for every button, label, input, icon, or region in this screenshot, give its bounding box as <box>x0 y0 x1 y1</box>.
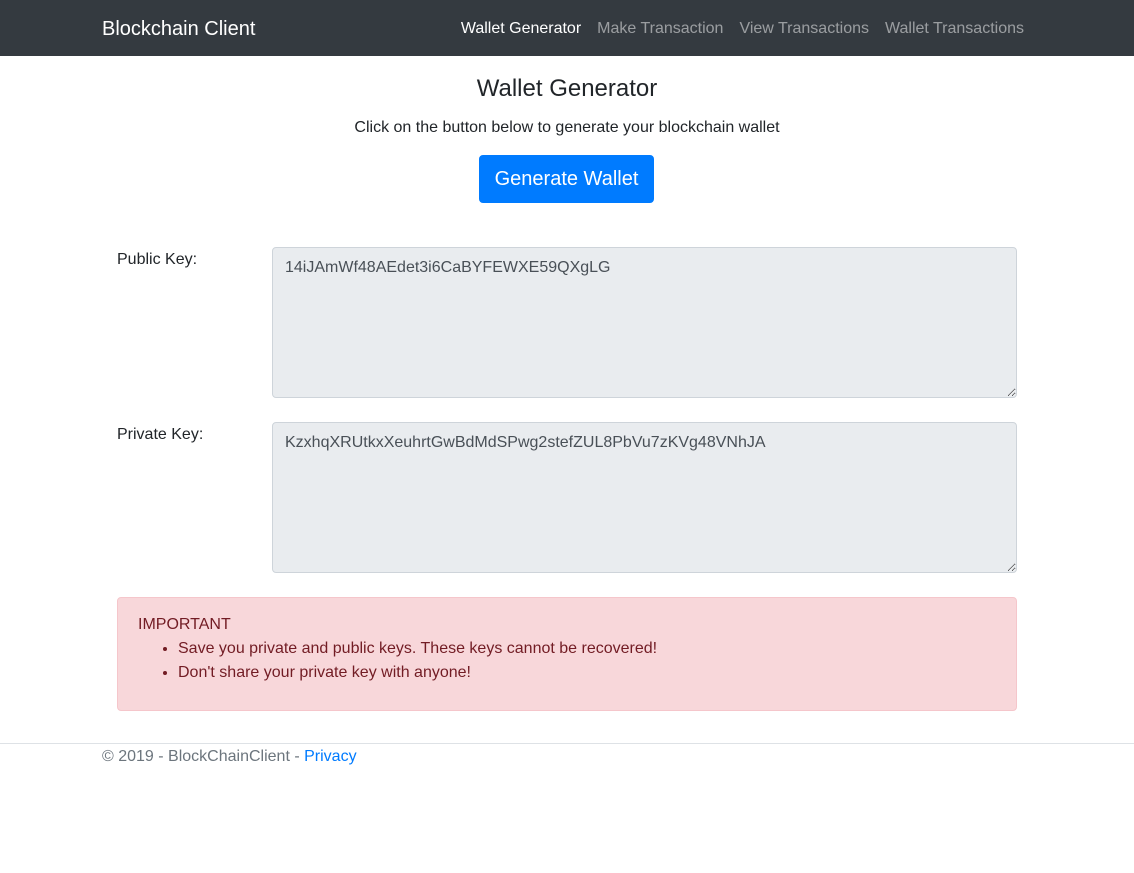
alert-heading: IMPORTANT <box>138 616 231 633</box>
important-alert: IMPORTANT Save you private and public ke… <box>117 597 1017 711</box>
alert-item: Save you private and public keys. These … <box>178 637 996 661</box>
private-key-field[interactable]: KzxhqXRUtkxXeuhrtGwBdMdSPwg2stefZUL8PbVu… <box>272 422 1017 573</box>
brand-link[interactable]: Blockchain Client <box>102 16 255 42</box>
intro-text: Click on the button below to generate yo… <box>354 119 780 136</box>
nav-links: Wallet Generator Make Transaction View T… <box>461 18 1024 40</box>
public-key-field[interactable]: 14iJAmWf48AEdet3i6CaBYFEWXE59QXgLG <box>272 247 1017 398</box>
page-title: Wallet Generator <box>476 75 658 102</box>
public-key-label: Public Key: <box>117 251 198 268</box>
nav-link-wallet-generator[interactable]: Wallet Generator <box>461 18 581 40</box>
footer: © 2019 - BlockChainClient - Privacy <box>102 746 357 768</box>
nav-link-make-transaction[interactable]: Make Transaction <box>597 18 723 40</box>
nav-link-wallet-transactions[interactable]: Wallet Transactions <box>885 18 1024 40</box>
footer-divider <box>0 743 1134 744</box>
alert-list: Save you private and public keys. These … <box>138 637 996 685</box>
alert-item: Don't share your private key with anyone… <box>178 661 996 685</box>
private-key-label: Private Key: <box>117 426 204 443</box>
navbar: Blockchain Client Wallet Generator Make … <box>0 0 1134 56</box>
footer-copyright: © 2019 - BlockChainClient - <box>102 748 305 765</box>
privacy-link[interactable]: Privacy <box>304 748 356 765</box>
generate-wallet-button[interactable]: Generate Wallet <box>479 155 654 203</box>
nav-link-view-transactions[interactable]: View Transactions <box>739 18 869 40</box>
